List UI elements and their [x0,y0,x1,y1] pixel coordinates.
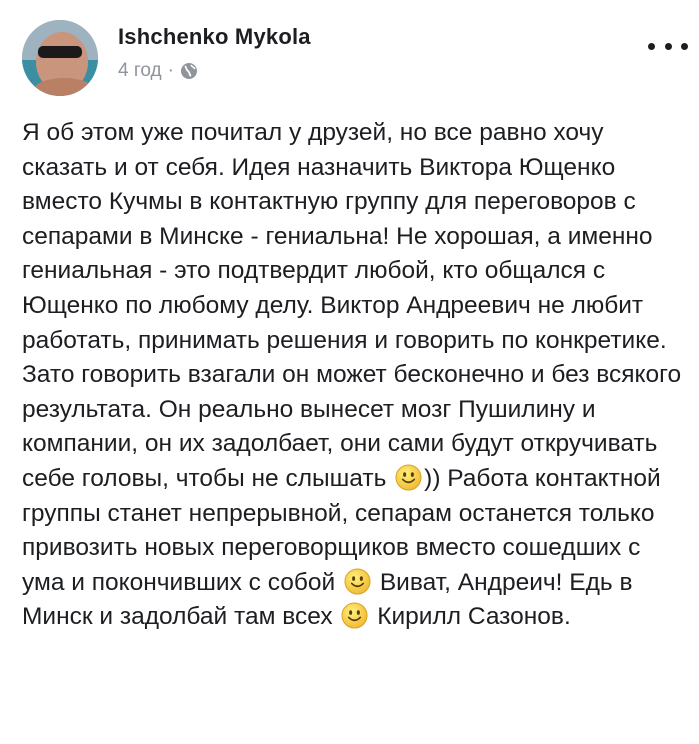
post-text: Я об этом уже почитал у друзей, но все р… [22,116,686,635]
post-text-segment: Я об этом уже почитал у друзей, но все р… [22,119,682,492]
smiley-emoji [344,568,371,595]
avatar[interactable] [22,20,98,96]
smiley-emoji [341,602,368,629]
more-options-icon[interactable] [648,36,688,56]
post-text-segment: Кирилл Сазонов. [370,603,571,631]
globe-icon [180,63,197,79]
post-time[interactable]: 4 год [118,60,162,82]
post-header: Ishchenko Mykola 4 год · [22,14,688,96]
post-meta: 4 год · [118,60,198,82]
meta-separator: · [167,60,174,81]
smiley-emoji [395,464,422,491]
author-name[interactable]: Ishchenko Mykola [118,24,311,50]
